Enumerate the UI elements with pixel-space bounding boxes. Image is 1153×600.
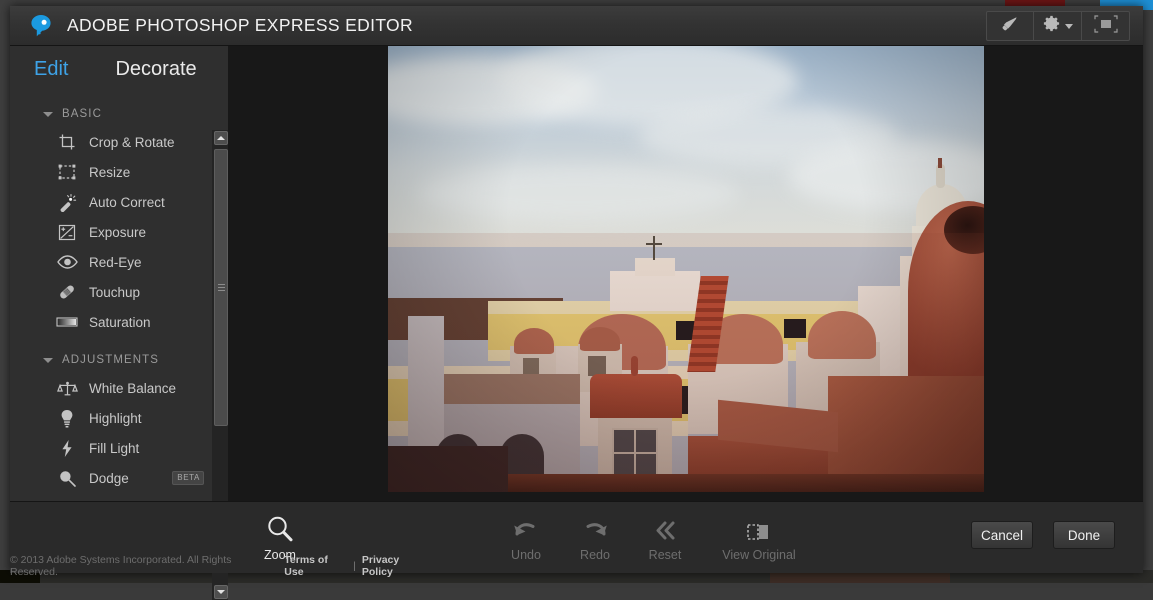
exposure-icon [56,222,78,242]
sidebar-item-white-balance[interactable]: White Balance [10,373,228,403]
sidebar-item-label: Red-Eye [89,255,142,270]
scrollbar-thumb[interactable] [214,149,228,426]
sidebar-item-label: Fill Light [89,441,139,456]
sidebar-item-red-eye[interactable]: Red-Eye [10,247,228,277]
sidebar-item-label: Saturation [89,315,151,330]
sidebar-item-label: Dodge [89,471,129,486]
sidebar-item-fill-light[interactable]: Fill Light [10,433,228,463]
done-button[interactable]: Done [1053,521,1115,549]
page-title: ADOBE PHOTOSHOP EXPRESS EDITOR [67,15,413,36]
sidebar-tabs: Edit Decorate [10,46,228,93]
footer-legal: © 2013 Adobe Systems Incorporated. All R… [10,558,430,574]
editor-body: Edit Decorate BASIC Crop & Rotate [10,46,1143,501]
tab-decorate[interactable]: Decorate [115,58,196,81]
fullscreen-icon [1093,14,1119,39]
redo-label: Redo [580,548,610,562]
chevron-down-icon [43,358,53,363]
sidebar-item-label: Highlight [89,411,142,426]
copyright-text: © 2013 Adobe Systems Incorporated. All R… [10,554,270,578]
undo-label: Undo [511,548,541,562]
sidebar-item-label: Auto Correct [89,195,165,210]
photo-vignette [388,46,984,492]
feedback-button[interactable] [986,11,1034,41]
rewind-icon [651,510,679,544]
photoshop-express-droplet-icon [28,13,54,39]
sidebar-item-label: Resize [89,165,130,180]
sidebar-item-touchup[interactable]: Touchup [10,277,228,307]
application-window: ADOBE PHOTOSHOP EXPRESS EDITOR [10,6,1143,573]
sidebar-item-exposure[interactable]: Exposure [10,217,228,247]
redo-arrow-icon [580,510,610,544]
megaphone-icon [1000,15,1021,37]
crop-icon [56,132,78,152]
saturation-gradient-icon [56,312,78,332]
settings-button[interactable] [1034,11,1082,41]
scroll-thumb-grip-icon [218,282,225,293]
status-badge: BETA [172,471,204,485]
lightning-bolt-icon [56,438,78,458]
cancel-button[interactable]: Cancel [971,521,1033,549]
balance-scale-icon [56,378,78,398]
sidebar-item-dodge[interactable]: Dodge BETA [10,463,228,493]
reset-label: Reset [649,548,682,562]
chevron-down-icon [1065,24,1073,29]
reset-button[interactable]: Reset [623,510,707,562]
sidebar-item-highlight[interactable]: Highlight [10,403,228,433]
title-bar: ADOBE PHOTOSHOP EXPRESS EDITOR [10,6,1143,46]
eye-icon [56,252,78,272]
sidebar-item-burn[interactable]: Burn BETA [10,493,228,501]
sidebar: Edit Decorate BASIC Crop & Rotate [10,46,229,501]
resize-icon [56,162,78,182]
magic-wand-icon [56,192,78,212]
group-label: ADJUSTMENTS [62,354,159,366]
sidebar-item-saturation[interactable]: Saturation [10,307,228,337]
group-header-basic[interactable]: BASIC [10,101,228,127]
magnifier-icon [265,510,295,544]
tab-edit[interactable]: Edit [34,58,68,81]
sidebar-item-label: White Balance [89,381,176,396]
footer-separator: | [353,560,356,572]
sidebar-item-resize[interactable]: Resize [10,157,228,187]
view-original-button[interactable]: View Original [706,510,812,562]
sidebar-item-label: Exposure [89,225,146,240]
scroll-up-arrow-icon[interactable] [214,131,228,145]
group-label: BASIC [62,108,102,120]
fullscreen-button[interactable] [1082,11,1130,41]
lightbulb-icon [56,408,78,428]
undo-arrow-icon [511,510,541,544]
bandage-icon [56,282,78,302]
terms-of-use-link[interactable]: Terms of Use [284,554,347,578]
sidebar-item-crop-rotate[interactable]: Crop & Rotate [10,127,228,157]
edited-photo[interactable] [388,46,984,492]
privacy-policy-link[interactable]: Privacy Policy [362,554,430,578]
sidebar-item-label: Touchup [89,285,140,300]
sidebar-item-label: Crop & Rotate [89,135,175,150]
gear-icon [1042,14,1061,38]
view-original-label: View Original [722,548,795,562]
group-header-adjustments[interactable]: ADJUSTMENTS [10,347,228,373]
titlebar-actions [986,11,1130,41]
image-canvas[interactable] [229,46,1143,501]
dodge-magnifier-icon [56,468,78,488]
tool-list: BASIC Crop & Rotate [10,93,228,501]
scroll-down-arrow-icon[interactable] [214,585,228,599]
chevron-down-icon [43,112,53,117]
sidebar-item-auto-correct[interactable]: Auto Correct [10,187,228,217]
split-view-icon [744,510,774,544]
